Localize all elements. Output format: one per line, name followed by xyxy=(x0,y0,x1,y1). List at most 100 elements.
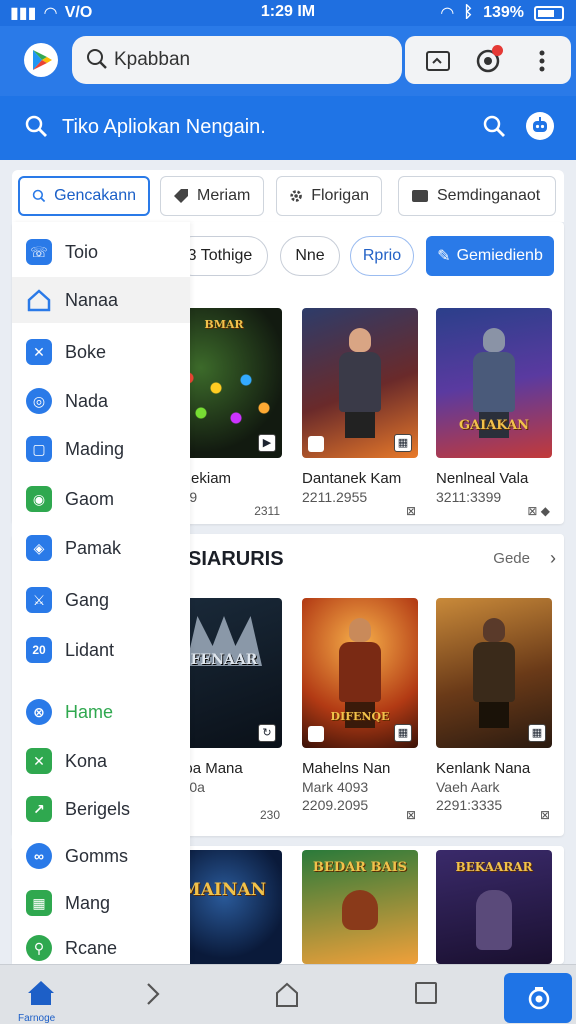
search-box[interactable] xyxy=(72,36,402,84)
drawer-item-label: Rcane xyxy=(65,937,118,958)
pill-label: Gemiedienb xyxy=(456,247,543,264)
drawer-item[interactable]: ∞ Gomms xyxy=(12,833,190,879)
hero-figure xyxy=(335,328,385,438)
drawer-item-label: Hame xyxy=(65,701,114,722)
drawer-item[interactable]: ◎ Nada xyxy=(12,378,190,424)
game-downloads: 2211.2955 xyxy=(302,489,368,505)
drawer-item-label: Kona xyxy=(65,750,108,771)
play-store-logo[interactable] xyxy=(24,43,58,77)
drawer-item-label: Gaom xyxy=(65,488,115,509)
game-rating: ⊠ ◆ xyxy=(527,504,550,518)
category-pill[interactable]: Rprio xyxy=(350,236,414,276)
app-bar xyxy=(0,26,576,96)
drawer-item-label: Nanaa xyxy=(65,289,119,310)
status-bar: ▮▮▮ ◠ V/O 1:29 IM ◠ ᛒ 139% xyxy=(0,0,576,26)
grid-icon: ▦ xyxy=(26,890,52,916)
recents-icon[interactable] xyxy=(414,981,438,1005)
drawer-item[interactable]: ◉ Gaom xyxy=(12,476,190,522)
back-chevron-icon[interactable] xyxy=(144,981,162,1007)
tablet-icon: ▢ xyxy=(26,436,52,462)
game-tile[interactable]: BEKAARAR xyxy=(436,850,552,964)
battery-percent: 139% xyxy=(483,4,524,21)
active-nav-button[interactable] xyxy=(504,973,572,1023)
drawer-item[interactable]: ↗ Berigels xyxy=(12,786,190,832)
game-tile[interactable]: DIFENQE ▦ Mahelns Nan Mark 4093 2209.209… xyxy=(302,598,418,822)
section-more-link[interactable]: Gede xyxy=(493,550,530,567)
camera-icon: ◉ xyxy=(26,486,52,512)
top-actions xyxy=(405,36,571,84)
game-name: Kenlank Nana xyxy=(436,760,531,777)
art-logo-text: GAIAKAN xyxy=(458,418,530,433)
drawer-item[interactable]: Nanaa xyxy=(12,277,190,323)
drawer-item[interactable]: ⊗ Hame xyxy=(12,689,190,735)
notifications-icon[interactable] xyxy=(475,45,503,74)
chevron-right-icon[interactable]: › xyxy=(550,548,556,569)
section-title: SIARURIS xyxy=(188,548,284,570)
controller-icon: ▦ xyxy=(528,724,546,742)
chart-icon: ↗ xyxy=(26,796,52,822)
assistant-icon[interactable] xyxy=(526,112,554,140)
category-pill-active[interactable]: ✎ Gemiedienb xyxy=(426,236,554,276)
gear-icon xyxy=(290,190,302,202)
category-pill[interactable]: Nne xyxy=(280,236,340,276)
chat-icon: ◈ xyxy=(26,535,52,561)
game-rating: 230 xyxy=(259,808,280,822)
drawer-item-label: Boke xyxy=(65,341,107,362)
sword-icon: ⚔ xyxy=(26,587,52,613)
drawer-item[interactable]: ☏ Toio xyxy=(12,229,190,275)
drawer-item-label: Mang xyxy=(65,892,111,913)
game-rating: 2311 xyxy=(254,504,280,518)
filter-chip[interactable]: Meriam xyxy=(160,176,264,216)
drawer-item[interactable]: ◈ Pamak xyxy=(12,525,190,571)
key-icon: ⚲ xyxy=(26,935,52,961)
game-tile[interactable]: ▦ Kenlank Nana Vaeh Aark 2291:3335 ⊠ xyxy=(436,598,552,822)
hero-bar: Tiko Apliokan Nengain. xyxy=(0,96,576,160)
drawer-item[interactable]: ▦ Mang xyxy=(12,880,190,926)
drawer-item[interactable]: 20 Lidant xyxy=(12,627,190,673)
wifi-icon: ◠ xyxy=(441,5,454,22)
badge-icon xyxy=(308,726,324,742)
play-icon xyxy=(33,50,52,70)
game-tile[interactable]: GAIAKAN Nenlneal Vala 3211:3399 ⊠ ◆ xyxy=(436,308,552,518)
drawer-item-label: Mading xyxy=(65,438,125,459)
drawer-item-label: Gang xyxy=(65,589,110,610)
card-icon xyxy=(412,190,428,202)
art-logo-text: DIFENQE xyxy=(330,710,390,723)
drawer-item[interactable]: ✕ Boke xyxy=(12,329,190,375)
home-icon[interactable] xyxy=(26,979,56,1007)
cast-icon[interactable] xyxy=(425,48,451,74)
search-icon[interactable] xyxy=(482,114,506,138)
drawer-item[interactable]: ▢ Mading xyxy=(12,426,190,472)
game-artwork: ▦ xyxy=(302,308,418,458)
game-rating: ⊠ xyxy=(405,808,416,822)
filter-label: Florigan xyxy=(311,187,369,204)
art-logo-text: BEKAARAR xyxy=(455,860,533,874)
home-icon xyxy=(27,289,51,312)
drawer-item-label: Lidant xyxy=(65,639,115,660)
character-figure xyxy=(476,890,512,950)
game-subtitle: Mark 4093 xyxy=(302,779,369,795)
game-tile[interactable]: BEDAR BAIS xyxy=(302,850,418,964)
filter-chip[interactable]: Gencakann xyxy=(18,176,150,216)
drawer-item[interactable]: ✕ Kona xyxy=(12,738,190,784)
bottom-navigation: Farnoge xyxy=(0,964,576,1024)
drawer-item[interactable]: ⚔ Gang xyxy=(12,577,190,623)
search-input[interactable] xyxy=(114,46,384,74)
game-name: Nenlneal Vala xyxy=(436,470,529,487)
tag-icon xyxy=(174,189,188,203)
home-outline-icon[interactable] xyxy=(274,981,300,1009)
drawer-item-label: Toio xyxy=(65,241,99,262)
search-icon xyxy=(32,189,46,203)
search-icon[interactable] xyxy=(24,114,48,138)
filter-label: Meriam xyxy=(197,187,251,204)
filter-chip[interactable]: Semdinganaot xyxy=(398,176,556,216)
badge-icon xyxy=(308,436,324,452)
controller-icon: ▦ xyxy=(394,724,412,742)
filter-chip[interactable]: Florigan xyxy=(276,176,382,216)
game-tile[interactable]: ▦ Dantanek Kam 2211.2955 ⊠ xyxy=(302,308,418,518)
filter-row: Gencakann Meriam Florigan Semdinganaot xyxy=(12,170,564,222)
more-vert-icon[interactable] xyxy=(529,48,555,74)
pill-label: Nne xyxy=(295,247,325,264)
game-artwork: GAIAKAN xyxy=(436,308,552,458)
wrench-icon: ✎ xyxy=(437,248,451,265)
